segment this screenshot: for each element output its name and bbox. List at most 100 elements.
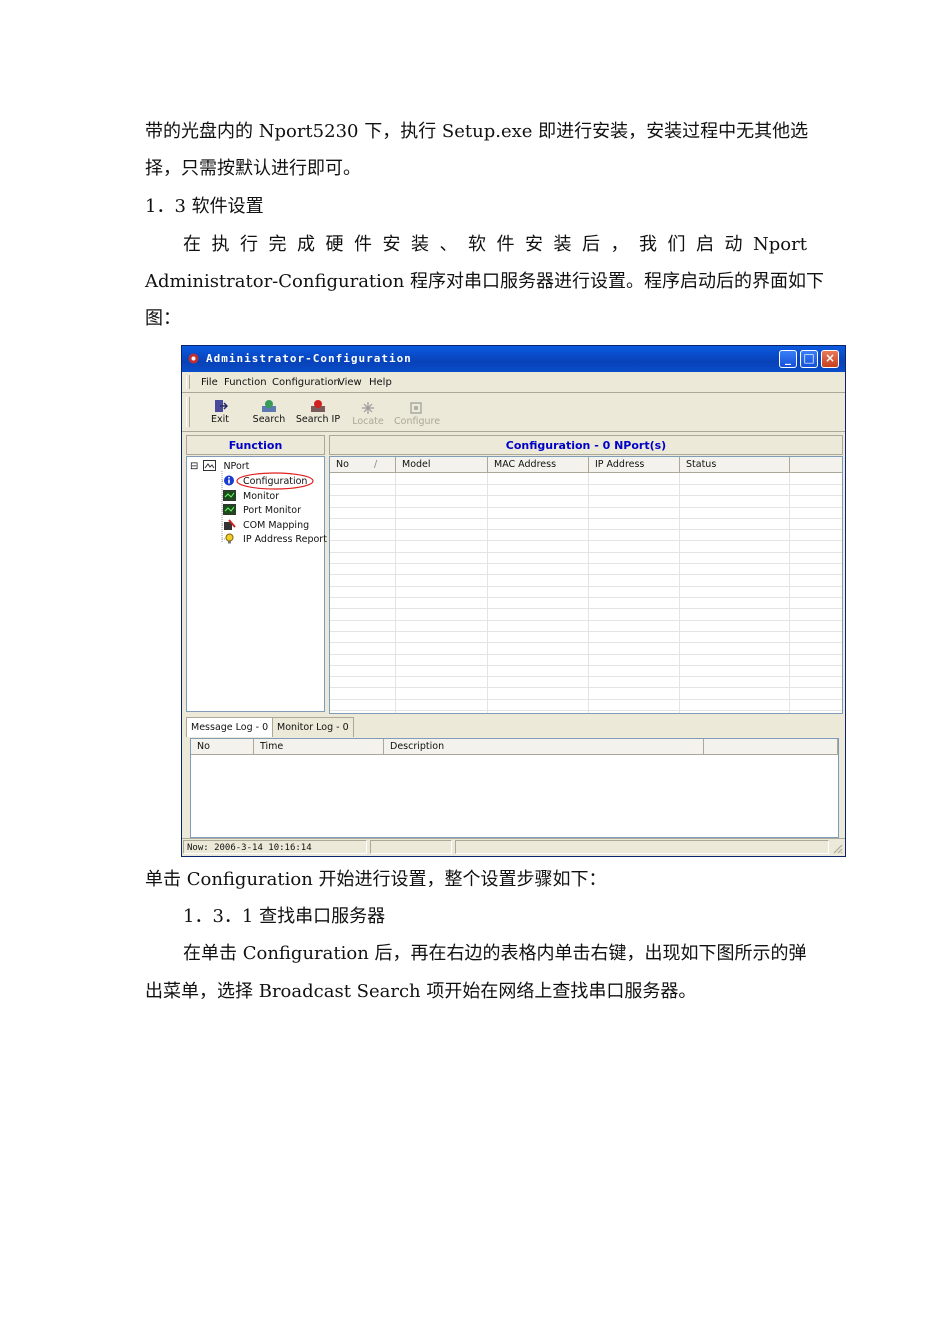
justified-char: 装: [411, 234, 429, 255]
status-time: Now: 2006-3-14 10:16:14: [183, 840, 367, 854]
search-button[interactable]: Search: [252, 399, 286, 425]
tree-item-com-mapping[interactable]: COM Mapping: [223, 519, 309, 531]
menu-help[interactable]: Help: [369, 377, 392, 388]
section-heading: 1．3 软件设置: [145, 196, 264, 217]
justified-char: 后: [582, 234, 600, 255]
log-column-description[interactable]: Description: [384, 739, 704, 755]
tree-item-port-monitor[interactable]: Port Monitor: [223, 504, 301, 516]
paragraph-line: 在单击 Configuration 后，再在右边的表格内单击右键，出现如下图所示…: [183, 943, 807, 964]
column-header-label: No: [336, 459, 349, 470]
column-header-model[interactable]: Model: [396, 457, 488, 473]
function-tree: ⊟ NPort Configuration Monitor Port Monit…: [186, 456, 327, 712]
tree-item-label: Monitor: [243, 491, 280, 502]
column-header-mac[interactable]: MAC Address: [488, 457, 589, 473]
tab-monitor-log[interactable]: Monitor Log - 0: [272, 717, 354, 737]
grid-row-line: [330, 710, 842, 711]
exit-button[interactable]: Exit: [208, 399, 232, 425]
grid-row-line: [330, 518, 842, 519]
paragraph-line: Administrator-Configuration 程序对串口服务器进行设置…: [145, 271, 825, 292]
tree-item-label: COM Mapping: [243, 520, 310, 531]
justified-char: 们: [667, 234, 686, 255]
minimize-button[interactable]: _: [779, 350, 797, 368]
grid-row-line: [330, 631, 842, 632]
grid-row-line: [330, 552, 842, 553]
log-column-time[interactable]: Time: [254, 739, 384, 755]
tree-item-label: Port Monitor: [243, 505, 301, 516]
paragraph-line: 择，只需按默认进行即可。: [145, 158, 361, 179]
status-segment: [370, 840, 452, 854]
grid-row-line: [330, 495, 842, 496]
justified-char: 、: [439, 234, 458, 255]
toolbar: Exit Search Search IP Locate Configure: [182, 393, 845, 432]
search-ip-button[interactable]: Search IP: [295, 399, 341, 425]
search-label: Search: [252, 414, 286, 425]
tab-message-log[interactable]: Message Log - 0: [186, 717, 274, 737]
lightbulb-icon: [225, 533, 234, 544]
nport-grid[interactable]: No / Model MAC Address IP Address Status: [329, 456, 843, 714]
maximize-button[interactable]: □: [800, 350, 818, 368]
grid-row-line: [330, 620, 842, 621]
justified-char: 我: [639, 234, 657, 255]
justified-char: 软: [468, 234, 486, 255]
paragraph-line: 带的光盘内的 Nport5230 下，执行 Setup.exe 即进行安装，安装…: [145, 121, 809, 142]
configure-label: Configure: [394, 416, 441, 427]
justified-char: 硬: [325, 234, 344, 255]
highlight-ellipse: [236, 472, 314, 490]
sort-indicator-icon: /: [373, 459, 378, 470]
menu-function[interactable]: Function: [224, 377, 267, 388]
justified-char: 成: [297, 234, 315, 255]
grid-row-line: [330, 687, 842, 688]
grid-row-line: [330, 608, 842, 609]
menu-view[interactable]: View: [338, 377, 362, 388]
grid-row-line: [330, 665, 842, 666]
function-pane-header: Function: [186, 435, 325, 455]
justified-char: 启: [696, 234, 714, 255]
log-column-no[interactable]: No: [191, 739, 254, 755]
justified-char: 安: [525, 234, 543, 255]
justified-char: 在: [183, 234, 201, 255]
message-log-list[interactable]: No Time Description: [190, 738, 839, 838]
nport-icon: [203, 460, 217, 471]
resize-grip-icon[interactable]: [831, 842, 843, 854]
column-header-no[interactable]: No /: [330, 457, 396, 473]
tree-item-label: IP Address Report: [243, 534, 327, 545]
monitor-icon: [223, 490, 236, 501]
tree-expander-icon[interactable]: ⊟: [190, 461, 198, 472]
app-window-screenshot: Administrator-Configuration _ □ × File F…: [181, 345, 846, 857]
grid-row-line: [330, 529, 842, 530]
grid-row-line: [330, 484, 842, 485]
grid-row-line: [330, 676, 842, 677]
column-header-ip[interactable]: IP Address: [589, 457, 680, 473]
tree-item-monitor[interactable]: Monitor: [223, 490, 279, 502]
app-icon: [188, 353, 199, 364]
grid-row-line: [330, 540, 842, 541]
log-column-filler: [704, 739, 838, 755]
justified-char: 行: [240, 234, 258, 255]
title-bar: Administrator-Configuration _ □ ×: [182, 346, 845, 372]
grid-row-line: [330, 642, 842, 643]
locate-icon: [362, 402, 374, 414]
paragraph-line: 出菜单，选择 Broadcast Search 项开始在网络上查找串口服务器。: [145, 981, 697, 1002]
paragraph-line: 单击 Configuration 开始进行设置，整个设置步骤如下：: [145, 869, 607, 890]
status-bar: Now: 2006-3-14 10:16:14: [182, 838, 845, 856]
menu-bar: File Function Configuration View Help: [182, 372, 845, 393]
column-header-status[interactable]: Status: [680, 457, 790, 473]
grid-column-line: [789, 473, 790, 713]
column-header-filler: [790, 457, 842, 473]
grid-row-line: [330, 597, 842, 598]
close-button[interactable]: ×: [821, 350, 839, 368]
menu-configuration[interactable]: Configuration: [272, 377, 340, 388]
justified-char: 完: [268, 234, 287, 255]
status-segment: [455, 840, 829, 854]
locate-label: Locate: [352, 416, 384, 427]
tree-item-ip-address-report[interactable]: IP Address Report: [223, 533, 327, 545]
justified-char: 装: [553, 234, 572, 255]
justified-char: 件: [496, 234, 515, 255]
search-icon: [262, 400, 276, 412]
justified-char: 执: [211, 234, 230, 255]
locate-button[interactable]: Locate: [350, 401, 386, 427]
grid-row-line: [330, 574, 842, 575]
search-ip-label: Search IP: [295, 414, 341, 425]
menu-file[interactable]: File: [201, 377, 218, 388]
configure-button[interactable]: Configure: [394, 401, 441, 427]
